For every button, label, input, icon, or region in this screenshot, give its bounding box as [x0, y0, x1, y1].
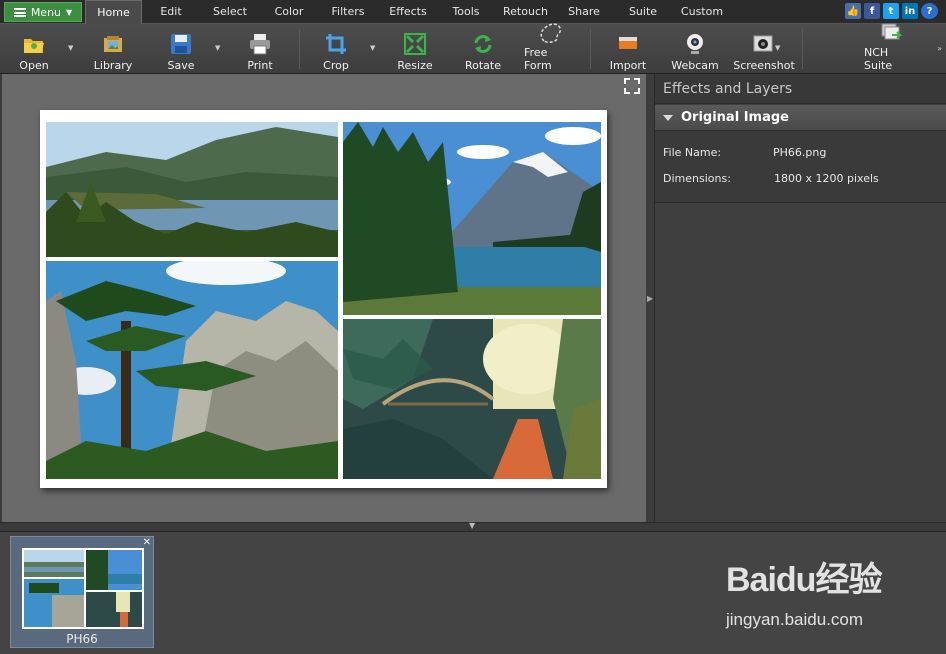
tab-custom[interactable]: Custom — [676, 0, 728, 24]
resize-button[interactable]: Resize — [396, 28, 434, 72]
thumbnail-image — [22, 548, 144, 629]
photo-pine-cliffs — [46, 261, 338, 479]
library-label: Library — [93, 59, 133, 72]
save-icon — [169, 32, 193, 56]
tab-home[interactable]: Home — [85, 0, 142, 24]
help-icon[interactable]: ? — [921, 3, 938, 19]
chevron-right-icon[interactable]: ▶ — [647, 294, 653, 303]
tab-tools[interactable]: Tools — [442, 0, 490, 24]
watermark-brand: Baidu经验 — [726, 561, 882, 599]
thumbnail-label: PH66 — [66, 632, 98, 646]
file-name-value: PH66.png — [773, 146, 827, 159]
toolbar: Open ▼ Library Save ▼ Print Crop ▼ Resiz… — [0, 23, 946, 74]
save-dropdown-icon[interactable]: ▼ — [215, 44, 220, 52]
close-icon[interactable]: ✕ — [143, 537, 151, 548]
menu-bar: Menu ▼ Home Edit Select Color Filters Ef… — [0, 0, 946, 24]
image-properties: File Name: PH66.png Dimensions: 1800 x 1… — [655, 131, 946, 203]
toolbar-divider — [299, 29, 300, 69]
rotate-button[interactable]: Rotate — [464, 28, 502, 72]
toolbar-divider — [802, 29, 803, 69]
crop-dropdown-icon[interactable]: ▼ — [370, 44, 375, 52]
import-icon — [616, 32, 640, 56]
collapse-triangle-icon — [663, 114, 673, 121]
webcam-label: Webcam — [671, 59, 719, 72]
main-menu-label: Menu — [30, 5, 62, 19]
tab-suite[interactable]: Suite — [618, 0, 668, 24]
rotate-icon — [471, 32, 495, 56]
tab-filters[interactable]: Filters — [322, 0, 374, 24]
screenshot-button[interactable]: Screenshot — [733, 28, 795, 72]
dimensions-label: Dimensions: — [663, 172, 731, 185]
watermark-url: jingyan.baidu.com — [726, 610, 864, 629]
resize-icon — [403, 32, 427, 56]
toolbar-overflow-icon[interactable]: » — [937, 44, 942, 53]
rotate-label: Rotate — [464, 59, 501, 72]
chevron-down-icon[interactable]: ▼ — [469, 521, 475, 530]
open-button[interactable]: Open — [14, 28, 54, 72]
collage-image — [40, 110, 607, 488]
open-label: Open — [19, 59, 49, 72]
webcam-icon — [683, 32, 707, 56]
tab-edit[interactable]: Edit — [146, 0, 196, 24]
nch-suite-button[interactable]: NCH Suite — [864, 23, 918, 72]
panel-title: Effects and Layers — [655, 74, 946, 104]
import-button[interactable]: Import — [608, 28, 648, 72]
free-form-icon — [539, 21, 563, 43]
tab-effects[interactable]: Effects — [382, 0, 434, 24]
chevron-down-icon: ▼ — [66, 7, 73, 17]
print-icon — [248, 32, 272, 56]
social-links: 👍 f t in ? — [845, 3, 938, 19]
section-title: Original Image — [681, 110, 789, 125]
library-button[interactable]: Library — [92, 28, 134, 72]
screenshot-label: Screenshot — [733, 59, 795, 72]
screenshot-dropdown-icon[interactable]: ▼ — [775, 44, 780, 52]
save-button[interactable]: Save — [165, 28, 197, 72]
library-icon — [101, 32, 125, 56]
effects-layers-panel: Effects and Layers Original Image File N… — [654, 74, 946, 522]
nch-suite-label: NCH Suite — [864, 46, 893, 72]
webcam-button[interactable]: Webcam — [671, 28, 719, 72]
toolbar-divider — [590, 29, 591, 69]
facebook-icon[interactable]: f — [864, 3, 880, 19]
crop-button[interactable]: Crop — [320, 28, 352, 72]
crop-label: Crop — [323, 59, 349, 72]
open-dropdown-icon[interactable]: ▼ — [68, 44, 73, 52]
crop-icon — [324, 32, 348, 56]
free-form-button[interactable]: Free Form — [524, 23, 578, 72]
free-form-label: Free Form — [524, 46, 552, 72]
hamburger-icon — [13, 7, 26, 17]
resize-label: Resize — [397, 59, 433, 72]
like-icon[interactable]: 👍 — [845, 3, 861, 19]
print-button[interactable]: Print — [244, 28, 276, 72]
baidu-watermark: Baidu经验 jingyan.baidu.com — [726, 552, 926, 632]
open-folder-icon — [22, 32, 46, 56]
photo-mountain-lake — [343, 122, 601, 315]
import-label: Import — [609, 59, 647, 72]
print-label: Print — [247, 59, 273, 72]
fullscreen-icon[interactable] — [624, 78, 640, 94]
tab-color[interactable]: Color — [265, 0, 313, 24]
thumbnail-item[interactable]: ✕ PH66 — [10, 536, 154, 648]
original-image-section-header[interactable]: Original Image — [655, 105, 946, 131]
dimensions-value: 1800 x 1200 pixels — [774, 172, 879, 185]
file-name-label: File Name: — [663, 146, 722, 159]
tab-share[interactable]: Share — [560, 0, 608, 24]
tab-select[interactable]: Select — [204, 0, 256, 24]
linkedin-icon[interactable]: in — [902, 3, 918, 19]
nch-suite-icon — [879, 21, 903, 43]
twitter-icon[interactable]: t — [883, 3, 899, 19]
screenshot-icon — [752, 32, 776, 56]
photo-forest-bridge — [343, 319, 601, 479]
app-window: Menu ▼ Home Edit Select Color Filters Ef… — [0, 0, 946, 654]
photo-lake-hills — [46, 122, 338, 257]
save-label: Save — [167, 59, 195, 72]
main-menu-button[interactable]: Menu ▼ — [4, 2, 82, 22]
